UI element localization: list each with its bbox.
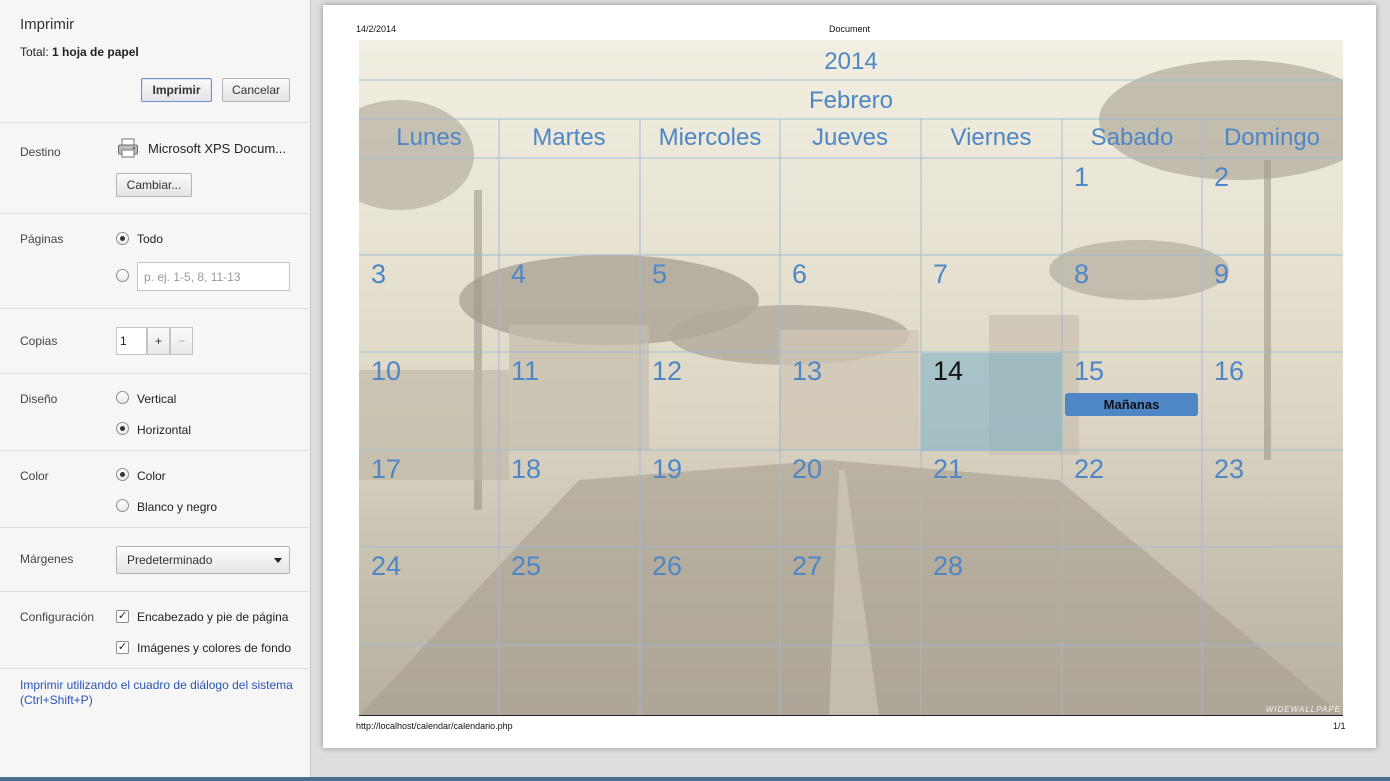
day-cell-2: 2: [1214, 162, 1230, 192]
layout-horizontal-radio[interactable]: [116, 422, 129, 435]
print-button[interactable]: Imprimir: [141, 78, 212, 102]
print-preview-page: 14/2/2014 Document 2014 Febrero Lunes Ma…: [323, 5, 1376, 748]
day-cell-24: 24: [371, 551, 402, 581]
color-bw-label: Blanco y negro: [137, 500, 218, 514]
system-dialog-link[interactable]: Imprimir utilizando el cuadro de diálogo…: [20, 678, 305, 708]
day-cell-10: 10: [371, 356, 402, 386]
margins-label: Márgenes: [20, 552, 74, 566]
color-bw-radio[interactable]: [116, 499, 129, 512]
day-cell-5: 5: [652, 259, 668, 289]
pages-label: Páginas: [20, 232, 64, 246]
weekday-friday: Viernes: [950, 124, 1032, 151]
day-cell-25: 25: [511, 551, 542, 581]
color-label: Color: [20, 469, 49, 483]
day-cell-15: 15: [1074, 356, 1105, 386]
day-cell-22: 22: [1074, 454, 1105, 484]
weekday-saturday: Sabado: [1090, 124, 1174, 151]
day-cell-12: 12: [652, 356, 683, 386]
header-title: Document: [828, 24, 871, 34]
day-cell-17: 17: [371, 454, 402, 484]
weekday-monday: Lunes: [396, 124, 462, 151]
day-cell-26: 26: [652, 551, 683, 581]
header-footer-checkbox[interactable]: ✓: [116, 610, 129, 623]
printer-name: Microsoft XPS Docum...: [148, 141, 286, 156]
layout-horizontal-label: Horizontal: [137, 423, 192, 437]
margins-selected-value: Predeterminado: [127, 553, 213, 567]
divider: [0, 122, 311, 123]
layout-vertical-radio[interactable]: [116, 391, 129, 404]
divider: [0, 527, 311, 528]
day-cell-9: 9: [1214, 259, 1230, 289]
day-cell-1: 1: [1074, 162, 1090, 192]
day-cell-13: 13: [792, 356, 823, 386]
destination-label: Destino: [20, 145, 61, 159]
divider: [0, 591, 311, 592]
settings-label: Configuración: [20, 610, 95, 624]
footer-url: http://localhost/calendar/calendario.php: [356, 721, 513, 731]
calendar: 2014 Febrero Lunes Martes Miercoles Juev…: [359, 40, 1343, 716]
weekday-tuesday: Martes: [532, 124, 606, 151]
day-cell-11: 11: [511, 356, 540, 386]
weekday-wednesday: Miercoles: [658, 124, 762, 151]
backgrounds-checkbox[interactable]: ✓: [116, 641, 129, 654]
dialog-title: Imprimir: [20, 16, 75, 33]
color-color-label: Color: [137, 469, 166, 483]
day-cell-19: 19: [652, 454, 683, 484]
total-value: 1 hoja de papel: [52, 45, 139, 59]
watermark: WIDEWALLPAPE: [1265, 705, 1341, 714]
day-cell-20: 20: [792, 454, 823, 484]
divider: [0, 308, 311, 309]
pages-range-input[interactable]: [137, 262, 290, 291]
sheet-total: Total: 1 hoja de papel: [20, 45, 139, 59]
printer-icon: [118, 138, 138, 158]
day-cell-3: 3: [371, 259, 387, 289]
copies-increment-button[interactable]: +: [147, 327, 170, 355]
copies-decrement-button[interactable]: −: [170, 327, 193, 355]
day-cell-28: 28: [933, 551, 964, 581]
page-divider: [359, 715, 1343, 716]
copies-input[interactable]: [116, 327, 147, 355]
day-cell-14: 14: [933, 356, 964, 386]
divider: [0, 373, 311, 374]
day-cell-6: 6: [792, 259, 808, 289]
pages-range-radio[interactable]: [116, 269, 129, 282]
cancel-button[interactable]: Cancelar: [222, 78, 290, 102]
calendar-month: Febrero: [808, 87, 894, 114]
day-cell-4: 4: [511, 259, 527, 289]
pages-all-label: Todo: [137, 232, 164, 246]
divider: [0, 213, 311, 214]
day-cell-23: 23: [1214, 454, 1245, 484]
print-settings-panel: Imprimir Total: 1 hoja de papel Imprimir…: [0, 0, 311, 781]
weekday-sunday: Domingo: [1223, 124, 1321, 151]
footer-page-count: 1/1: [1333, 721, 1346, 731]
copies-label: Copias: [20, 334, 58, 348]
chevron-down-icon: [274, 558, 282, 563]
day-cell-18: 18: [511, 454, 542, 484]
day-cell-21: 21: [933, 454, 964, 484]
weekday-thursday: Jueves: [811, 124, 889, 151]
calendar-year: 2014: [824, 48, 878, 75]
total-label: Total:: [20, 45, 49, 59]
backgrounds-label: Imágenes y colores de fondo: [137, 641, 292, 655]
pages-all-radio[interactable]: [116, 232, 129, 245]
taskbar-edge: [0, 777, 1390, 781]
day-cell-8: 8: [1074, 259, 1090, 289]
layout-label: Diseño: [20, 392, 58, 406]
divider: [0, 450, 311, 451]
change-destination-button[interactable]: Cambiar...: [116, 173, 192, 197]
event-badge[interactable]: Mañanas: [1065, 393, 1198, 416]
layout-vertical-label: Vertical: [137, 392, 177, 406]
margins-select[interactable]: Predeterminado: [116, 546, 290, 574]
header-footer-label: Encabezado y pie de página: [137, 610, 289, 624]
day-cell-16: 16: [1214, 356, 1245, 386]
divider: [0, 668, 311, 669]
day-cell-7: 7: [933, 259, 949, 289]
day-cell-27: 27: [792, 551, 823, 581]
color-color-radio[interactable]: [116, 468, 129, 481]
